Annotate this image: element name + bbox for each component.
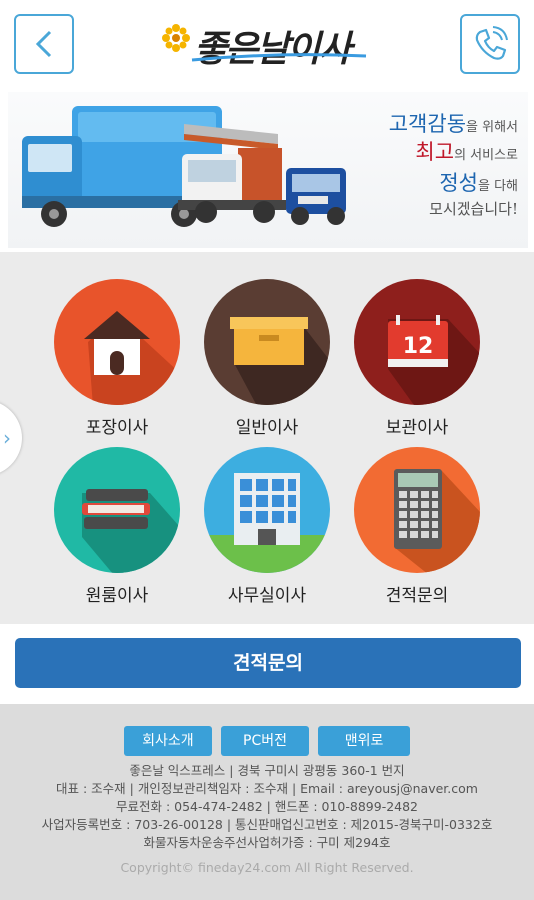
info-line: 무료전화 : 054-474-2482 | 핸드폰 : 010-8899-248… xyxy=(115,799,419,814)
menu-item-label: 사무실이사 xyxy=(227,586,307,606)
calendar-icon: 12 xyxy=(354,279,480,405)
building-icon xyxy=(204,447,330,573)
menu-item-general-move[interactable]: 일반이사 xyxy=(192,279,342,438)
menu-item-estimate-inquiry[interactable]: 견적문의 xyxy=(342,447,492,606)
back-to-top-button[interactable]: 맨위로 xyxy=(318,726,411,756)
pc-version-button[interactable]: PC버전 xyxy=(221,726,309,756)
promo-banner[interactable]: 고객감동을 위해서 최고의 서비스로 정성을 다해 모시겠습니다! xyxy=(8,92,528,248)
company-intro-button[interactable]: 회사소개 xyxy=(123,726,212,756)
side-drawer-toggle[interactable]: › xyxy=(0,400,22,476)
menu-item-studio-move[interactable]: 원룸이사 xyxy=(42,447,192,606)
menu-item-label: 보관이사 xyxy=(385,418,449,438)
slogan-line-1: 고객감동을 위해서 xyxy=(388,112,518,136)
menu-item-packing-move[interactable]: 포장이사 xyxy=(42,279,192,438)
menu-item-office-move[interactable]: 사무실이사 xyxy=(192,447,342,606)
logo[interactable]: 좋은날이사 xyxy=(160,18,380,70)
info-line: 좋은날 익스프레스 | 경북 구미시 광평동 360-1 번지 xyxy=(129,763,405,778)
box-icon xyxy=(204,279,330,405)
moving-trucks-image xyxy=(22,106,346,227)
call-button[interactable] xyxy=(460,14,520,74)
phone-icon xyxy=(475,26,508,60)
slogan-line-2: 최고의 서비스로 xyxy=(415,140,518,164)
footer: 회사소개 PC버전 맨위로 좋은날 익스프레스 | 경북 구미시 광평동 360… xyxy=(0,704,534,900)
estimate-inquiry-button[interactable]: 견적문의 xyxy=(15,638,521,688)
calendar-day: 12 xyxy=(403,334,434,359)
info-line: 대표 : 조수재 | 개인정보관리책임자 : 조수재 | Email : are… xyxy=(56,781,478,796)
back-button[interactable] xyxy=(14,14,74,74)
copyright: Copyright© fineday24.com All Right Reser… xyxy=(120,860,414,875)
menu-item-storage-move[interactable]: 12 보관이사 xyxy=(342,279,492,438)
menu-item-label: 견적문의 xyxy=(385,586,449,606)
logo-swoosh xyxy=(191,53,367,62)
cta-section: 견적문의 xyxy=(0,624,534,704)
footer-buttons: 회사소개 PC버전 맨위로 xyxy=(0,726,534,756)
service-menu: › 포장이사 일반이사 12 보관이사 원룸이사 사무실이사 견적문의 xyxy=(0,252,534,624)
info-line: 화물자동차운송주선사업허가증 : 구미 제294호 xyxy=(143,835,391,850)
chevron-left-icon xyxy=(35,30,52,58)
menu-item-label: 포장이사 xyxy=(85,418,149,438)
flower-icon xyxy=(162,24,190,52)
slogan-line-4: 모시겠습니다! xyxy=(429,200,518,218)
header: 좋은날이사 xyxy=(0,0,534,92)
books-icon xyxy=(54,447,180,573)
chevron-right-icon: › xyxy=(3,426,11,450)
slogan-line-3: 정성을 다해 xyxy=(439,171,518,195)
house-icon xyxy=(54,279,180,405)
company-info: 좋은날 익스프레스 | 경북 구미시 광평동 360-1 번지 대표 : 조수재… xyxy=(0,762,534,852)
calculator-icon xyxy=(354,447,480,573)
menu-item-label: 일반이사 xyxy=(235,418,299,438)
info-line: 사업자등록번호 : 703-26-00128 | 통신판매업신고번호 : 제20… xyxy=(41,817,493,832)
menu-item-label: 원룸이사 xyxy=(85,586,149,606)
